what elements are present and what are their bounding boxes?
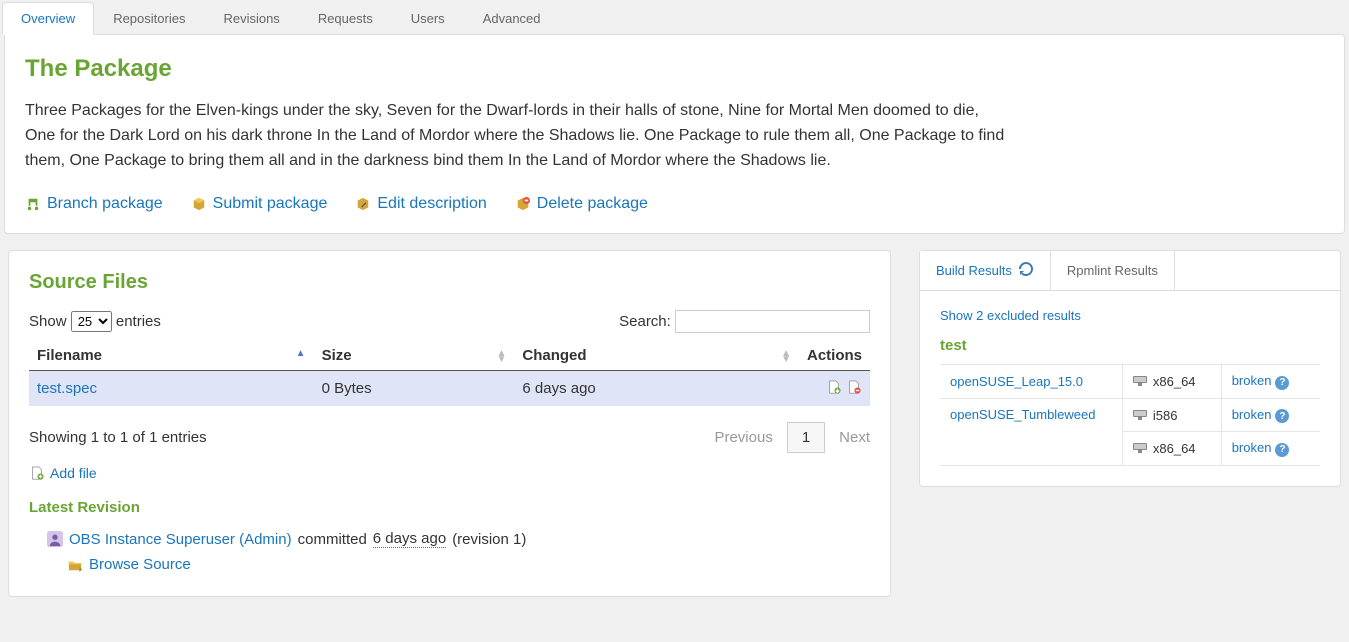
arch-cell: x86_64 <box>1133 441 1196 456</box>
revision-user-link[interactable]: OBS Instance Superuser (Admin) <box>69 531 292 548</box>
source-files-table: Filename▲ Size▲▼ Changed▲▼ Actions test.… <box>29 341 870 406</box>
build-results-panel: Build Results Rpmlint Results Show 2 exc… <box>919 250 1341 487</box>
delete-package-link[interactable]: Delete package <box>515 195 648 213</box>
build-icon <box>1133 441 1147 456</box>
help-icon[interactable]: ? <box>1275 443 1289 457</box>
branch-icon <box>25 196 41 212</box>
result-row: openSUSE_Tumbleweed i586 broken? <box>940 398 1320 432</box>
arch-cell: x86_64 <box>1133 374 1196 389</box>
package-title: The Package <box>25 55 1324 83</box>
help-icon[interactable]: ? <box>1275 409 1289 423</box>
status-link[interactable]: broken <box>1232 373 1272 388</box>
refresh-icon[interactable] <box>1018 261 1034 280</box>
build-results-label: Build Results <box>936 263 1012 278</box>
committed-label: committed <box>298 531 367 548</box>
source-files-title: Source Files <box>29 271 870 294</box>
arch-label: i586 <box>1153 408 1178 423</box>
arch-cell: i586 <box>1133 408 1178 423</box>
overview-panel: The Package Three Packages for the Elven… <box>4 34 1345 234</box>
entries-control: Show 25 entries <box>29 311 161 332</box>
delete-label: Delete package <box>537 195 648 213</box>
status-link[interactable]: broken <box>1232 440 1272 455</box>
result-project-title: test <box>940 337 1320 354</box>
package-description: Three Packages for the Elven-kings under… <box>25 99 1005 173</box>
delete-icon <box>515 196 531 212</box>
show-label-post: entries <box>116 313 161 330</box>
search-control: Search: <box>619 310 870 333</box>
build-icon <box>1133 374 1147 389</box>
table-controls: Show 25 entries Search: <box>29 310 870 333</box>
delete-file-icon[interactable] <box>846 379 862 395</box>
edit-label: Edit description <box>377 195 486 213</box>
tab-users[interactable]: Users <box>392 2 464 34</box>
revision-block: OBS Instance Superuser (Admin) committed… <box>29 530 870 576</box>
sort-icon: ▲▼ <box>496 351 506 363</box>
tab-repositories[interactable]: Repositories <box>94 2 204 34</box>
repo-link[interactable]: openSUSE_Leap_15.0 <box>950 374 1083 389</box>
user-avatar-icon <box>47 531 63 547</box>
browse-source-link[interactable]: Browse Source <box>67 556 191 573</box>
col-filename[interactable]: Filename▲ <box>29 341 314 371</box>
package-actions: Branch package Submit package Edit descr… <box>25 195 1324 213</box>
latest-revision-title: Latest Revision <box>29 499 870 516</box>
source-files-panel: Source Files Show 25 entries Search: <box>8 250 891 597</box>
build-results-table: openSUSE_Leap_15.0 x86_64 broken? openSU… <box>940 364 1320 466</box>
table-footer: Showing 1 to 1 of 1 entries Previous 1 N… <box>29 422 870 453</box>
help-icon[interactable]: ? <box>1275 376 1289 390</box>
add-file-label: Add file <box>50 465 97 481</box>
download-file-icon[interactable] <box>826 379 842 395</box>
search-input[interactable] <box>675 310 870 333</box>
status-link[interactable]: broken <box>1232 407 1272 422</box>
package-icon <box>191 196 207 212</box>
tab-advanced[interactable]: Advanced <box>464 2 560 34</box>
branch-package-link[interactable]: Branch package <box>25 195 163 213</box>
show-excluded-link[interactable]: Show 2 excluded results <box>940 308 1081 323</box>
showing-text: Showing 1 to 1 of 1 entries <box>29 429 207 446</box>
search-label: Search: <box>619 313 671 330</box>
repo-link[interactable]: openSUSE_Tumbleweed <box>950 407 1096 422</box>
result-row: openSUSE_Leap_15.0 x86_64 broken? <box>940 365 1320 399</box>
actions-cell <box>799 371 870 407</box>
arch-label: x86_64 <box>1153 441 1196 456</box>
changed-cell: 6 days ago <box>514 371 799 407</box>
submit-package-link[interactable]: Submit package <box>191 195 328 213</box>
size-cell: 0 Bytes <box>314 371 515 407</box>
col-size[interactable]: Size▲▼ <box>314 341 515 371</box>
browse-source-label: Browse Source <box>89 556 191 573</box>
col-actions: Actions <box>799 341 870 371</box>
sort-asc-icon: ▲ <box>296 351 306 357</box>
page-number[interactable]: 1 <box>787 422 825 453</box>
table-row[interactable]: test.spec 0 Bytes 6 days ago <box>29 371 870 407</box>
edit-description-link[interactable]: Edit description <box>355 195 486 213</box>
build-icon <box>1133 408 1147 423</box>
tab-overview[interactable]: Overview <box>2 2 94 35</box>
add-file-icon <box>29 465 45 481</box>
col-changed[interactable]: Changed▲▼ <box>514 341 799 371</box>
arch-label: x86_64 <box>1153 374 1196 389</box>
revision-time: 6 days ago <box>373 530 446 548</box>
page-size-select[interactable]: 25 <box>71 311 112 332</box>
submit-label: Submit package <box>213 195 328 213</box>
show-label-pre: Show <box>29 313 67 330</box>
branch-label: Branch package <box>47 195 163 213</box>
sort-icon: ▲▼ <box>781 351 791 363</box>
main-tabs: Overview Repositories Revisions Requests… <box>0 0 1349 34</box>
add-file-link[interactable]: Add file <box>29 465 97 481</box>
folder-icon <box>67 557 83 573</box>
edit-icon <box>355 196 371 212</box>
prev-page[interactable]: Previous <box>714 429 772 446</box>
side-tabs: Build Results Rpmlint Results <box>920 251 1340 291</box>
revision-suffix: (revision 1) <box>452 531 526 548</box>
pager: Previous 1 Next <box>714 422 870 453</box>
tab-revisions[interactable]: Revisions <box>204 2 298 34</box>
tab-rpmlint-results[interactable]: Rpmlint Results <box>1051 251 1175 290</box>
tab-requests[interactable]: Requests <box>299 2 392 34</box>
next-page[interactable]: Next <box>839 429 870 446</box>
filename-cell[interactable]: test.spec <box>29 371 314 407</box>
tab-build-results[interactable]: Build Results <box>920 251 1051 290</box>
